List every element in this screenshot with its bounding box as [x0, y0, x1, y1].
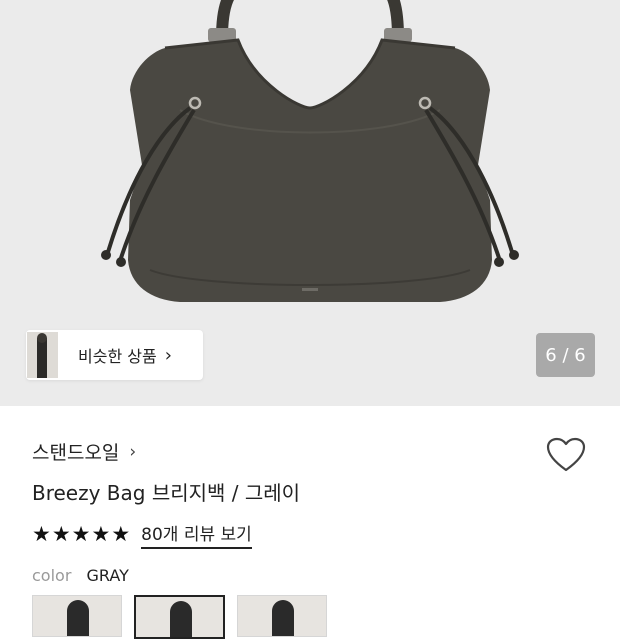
color-label: color [32, 566, 72, 585]
star-icon: ★ [71, 522, 91, 546]
color-swatches [32, 595, 339, 639]
swatch-option[interactable] [32, 595, 122, 637]
chevron-right-icon: › [164, 344, 172, 366]
reviews-link[interactable]: 80개 리뷰 보기 [141, 520, 252, 549]
rating-stars: ★ ★ ★ ★ ★ [32, 524, 131, 545]
swatch-option-selected[interactable] [134, 595, 225, 639]
color-row: color GRAY [32, 566, 129, 585]
brand-name: 스탠드오일 [32, 442, 120, 464]
swatch-option[interactable] [237, 595, 327, 637]
star-icon: ★ [51, 522, 71, 546]
wishlist-heart-icon[interactable] [546, 437, 586, 477]
similar-product-thumbnail [27, 332, 58, 378]
similar-products-button[interactable]: 비슷한 상품 › [26, 330, 203, 380]
product-image-gallery[interactable]: 비슷한 상품 › 6 / 6 [0, 0, 620, 406]
color-value: GRAY [86, 566, 129, 585]
chevron-right-icon: › [129, 441, 137, 462]
star-icon: ★ [91, 522, 111, 546]
brand-link[interactable]: 스탠드오일 › [32, 438, 136, 465]
product-title: Breezy Bag 브리지백 / 그레이 [32, 481, 301, 505]
similar-products-label: 비슷한 상품 [78, 347, 157, 366]
star-icon: ★ [111, 522, 131, 546]
image-counter: 6 / 6 [536, 333, 595, 377]
rating-row: ★ ★ ★ ★ ★ 80개 리뷰 보기 [32, 520, 252, 549]
star-icon: ★ [32, 522, 51, 546]
